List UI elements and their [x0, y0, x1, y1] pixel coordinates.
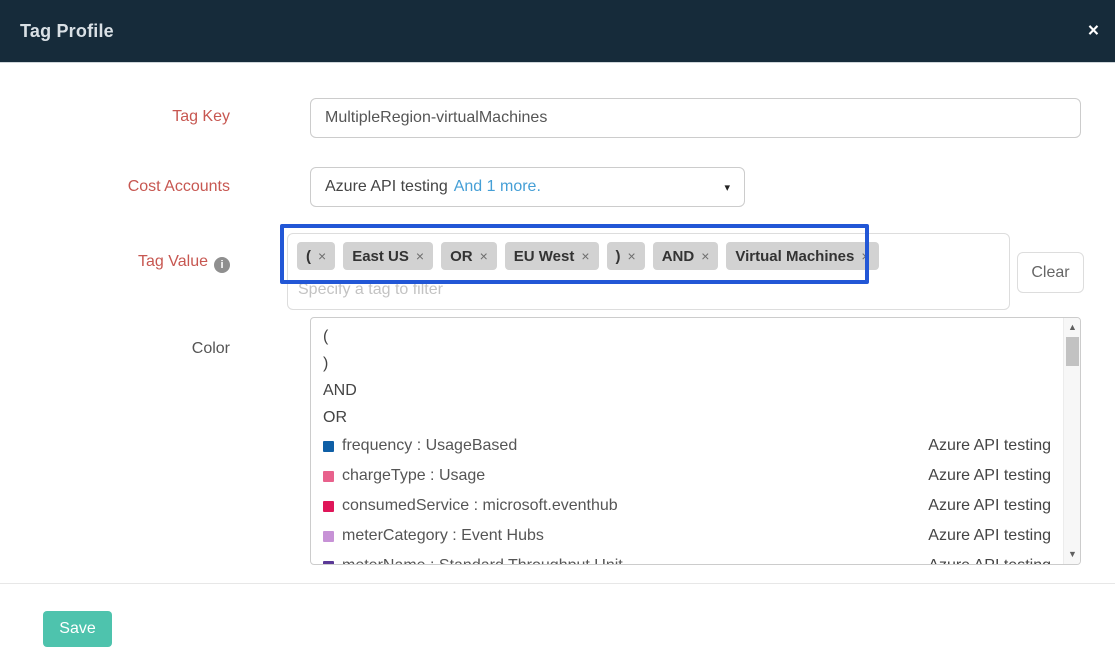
color-swatch-icon	[323, 560, 334, 564]
chip-remove-icon[interactable]: ×	[416, 248, 424, 264]
tag-chip[interactable]: Virtual Machines ×	[726, 242, 879, 270]
info-icon[interactable]: i	[214, 257, 230, 273]
tag-key-label: Tag Key	[172, 108, 230, 125]
color-swatch-icon	[323, 500, 334, 512]
chip-remove-icon[interactable]: ×	[861, 248, 869, 264]
cost-accounts-more-link[interactable]: And 1 more.	[454, 178, 541, 196]
color-tag-option[interactable]: frequency : UsageBased Azure API testing	[323, 431, 1063, 461]
color-swatch-icon	[323, 530, 334, 542]
cost-accounts-label: Cost Accounts	[127, 178, 230, 195]
clear-button[interactable]: Clear	[1017, 252, 1084, 293]
color-swatch-icon	[323, 440, 334, 452]
tag-option-account: Azure API testing	[928, 437, 1051, 454]
tag-chip-label: EU West	[513, 247, 575, 265]
close-icon[interactable]: ×	[1088, 22, 1099, 41]
tag-chip-label: Virtual Machines	[735, 247, 855, 265]
tag-option-name: meterCategory : Event Hubs	[342, 527, 544, 544]
chip-remove-icon[interactable]: ×	[581, 248, 589, 264]
color-label: Color	[191, 340, 230, 357]
tag-chip[interactable]: East US ×	[343, 242, 434, 270]
tag-option-account: Azure API testing	[928, 551, 1051, 564]
tag-value-placeholder: Specify a tag to filter	[298, 281, 443, 298]
color-option[interactable]: OR	[323, 404, 1063, 431]
color-tag-option[interactable]: chargeType : Usage Azure API testing	[323, 461, 1063, 491]
tag-key-input[interactable]	[310, 98, 1081, 138]
tag-option-name: frequency : UsageBased	[342, 437, 518, 454]
tag-chip-label: (	[306, 247, 311, 265]
chip-remove-icon[interactable]: ×	[701, 248, 709, 264]
color-listbox[interactable]: () AND OR frequency : UsageBased Azure API t…	[310, 317, 1081, 565]
tag-value-input[interactable]: (× East US × OR × EU West ×) × AND × Virtual Machi…	[287, 233, 1010, 310]
scrollbar-thumb[interactable]	[1066, 337, 1079, 366]
color-swatch-icon	[323, 470, 334, 482]
color-tag-option[interactable]: meterName : Standard Throughput UnitAzur…	[323, 551, 1063, 564]
tag-option-account: Azure API testing	[928, 527, 1051, 544]
tag-value-label-text: Tag Value	[138, 253, 208, 270]
tag-chip-list: (× East US × OR × EU West ×) × AND × Virtual Machi…	[297, 242, 879, 270]
save-button[interactable]: Save	[43, 611, 112, 647]
modal-title: Tag Profile	[20, 20, 114, 41]
chevron-down-icon: ▾	[724, 181, 730, 194]
color-tag-option[interactable]: meterCategory : Event Hubs Azure API test…	[323, 521, 1063, 551]
tag-chip[interactable]: ) ×	[606, 242, 645, 270]
cost-accounts-selected: Azure API testing	[325, 178, 448, 195]
tag-chip-label: )	[615, 247, 621, 265]
color-option[interactable]: )	[323, 350, 1063, 377]
chip-remove-icon[interactable]: ×	[628, 248, 636, 264]
tag-option-account: Azure API testing	[928, 497, 1051, 514]
tag-chip-label: AND	[661, 247, 695, 265]
footer-divider	[0, 583, 1115, 584]
tag-option-name: meterName : Standard Throughput Unit	[342, 551, 928, 564]
tag-chip[interactable]: OR ×	[441, 242, 497, 270]
color-option[interactable]: AND	[323, 377, 1063, 404]
chip-remove-icon[interactable]: ×	[480, 248, 488, 264]
color-option[interactable]: (	[323, 323, 1063, 350]
cost-accounts-dropdown[interactable]: Azure API testing And 1 more. ▾	[310, 167, 745, 207]
modal-header: Tag Profile ×	[0, 0, 1115, 63]
scrollbar-down-icon[interactable]: ▼	[1064, 546, 1080, 563]
tag-option-name: chargeType : Usage	[342, 467, 486, 484]
tag-option-account: Azure API testing	[928, 467, 1051, 484]
tag-chip[interactable]: EU West ×	[504, 242, 599, 270]
color-option-list: () AND OR frequency : UsageBased Azure API t…	[311, 318, 1063, 564]
tag-chip-label: East US	[352, 247, 409, 265]
scrollbar-up-icon[interactable]: ▲	[1064, 319, 1080, 336]
tag-profile-modal: Tag Profile × Tag Key Cost Accounts Azur…	[0, 0, 1115, 667]
chip-remove-icon[interactable]: ×	[318, 248, 326, 264]
tag-chip[interactable]: AND ×	[652, 242, 719, 270]
color-tag-option[interactable]: consumedService : microsoft.eventhub Azur…	[323, 491, 1063, 521]
tag-value-label: Tag Value i	[0, 253, 230, 273]
tag-chip-label: OR	[450, 247, 473, 265]
scrollbar[interactable]: ▲ ▼	[1063, 318, 1080, 564]
tag-chip[interactable]: (×	[297, 242, 336, 270]
tag-option-name: consumedService : microsoft.eventhub	[342, 497, 618, 514]
